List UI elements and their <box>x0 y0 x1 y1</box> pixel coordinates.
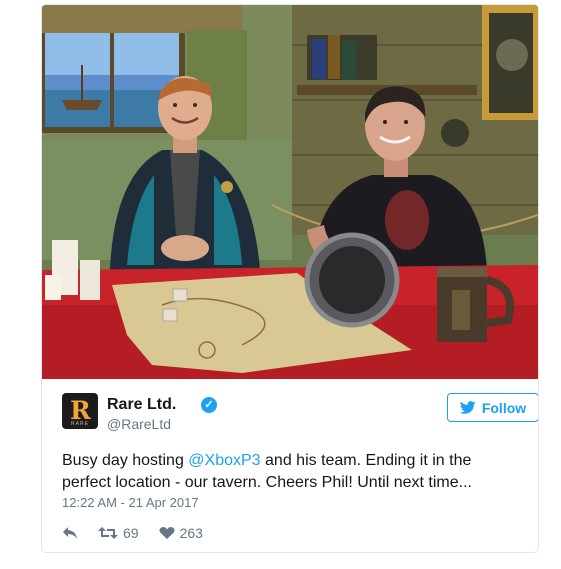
retweet-icon <box>98 527 118 539</box>
retweet-count: 69 <box>123 525 139 541</box>
tweet-photo[interactable] <box>42 5 538 379</box>
avatar[interactable]: R RARE <box>62 393 98 429</box>
twitter-bird-icon <box>459 401 476 414</box>
heart-icon <box>159 526 175 539</box>
mention-link[interactable]: @XboxP3 <box>188 452 260 469</box>
follow-label: Follow <box>481 399 527 416</box>
author-handle[interactable]: @RareLtd <box>107 416 171 432</box>
timestamp-link[interactable]: 12:22 AM - 21 Apr 2017 <box>62 495 199 510</box>
reply-button[interactable] <box>62 526 78 540</box>
author-name[interactable]: Rare Ltd. <box>107 396 176 414</box>
retweet-button[interactable]: 69 <box>98 525 139 541</box>
avatar-subtext: RARE <box>71 421 89 427</box>
tweet-actions: 69 263 <box>62 523 223 543</box>
tavern-scene <box>42 5 538 379</box>
reply-icon <box>63 527 77 539</box>
verified-badge-icon: ✓ <box>201 397 217 413</box>
like-count: 263 <box>179 525 203 541</box>
tweet-text-before: Busy day hosting <box>62 452 189 469</box>
tweet-card: R RARE Rare Ltd. ✓ @RareLtd Follow Busy … <box>41 4 539 553</box>
follow-button[interactable]: Follow <box>447 393 538 422</box>
tweet-header: R RARE Rare Ltd. ✓ @RareLtd Follow <box>62 393 538 433</box>
tweet-text: Busy day hosting @XboxP3 and his team. E… <box>62 450 522 494</box>
like-button[interactable]: 263 <box>159 525 203 541</box>
